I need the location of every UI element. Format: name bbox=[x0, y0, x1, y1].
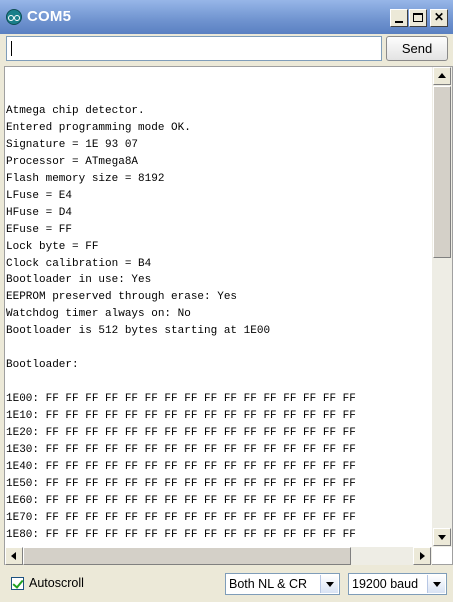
minimize-icon bbox=[395, 21, 403, 23]
output-line: 1E80: FF FF FF FF FF FF FF FF FF FF FF F… bbox=[6, 528, 356, 541]
scroll-down-button[interactable] bbox=[433, 528, 451, 546]
window-title: COM5 bbox=[27, 8, 72, 25]
maximize-icon bbox=[413, 13, 423, 22]
serial-input[interactable] bbox=[6, 36, 382, 61]
output-line: Watchdog timer always on: No bbox=[6, 308, 191, 321]
minimize-button[interactable] bbox=[390, 9, 408, 27]
output-line: 1E70: FF FF FF FF FF FF FF FF FF FF FF F… bbox=[6, 511, 356, 524]
serial-output: Atmega chip detector. Entered programming… bbox=[6, 86, 430, 546]
baud-rate-value: 19200 baud bbox=[352, 577, 419, 591]
arduino-icon bbox=[6, 9, 22, 25]
output-line: EEPROM preserved through erase: Yes bbox=[6, 291, 238, 304]
output-line: 1E90: FF FF FF FF FF FF FF FF FF FF FF F… bbox=[6, 544, 430, 547]
output-line: Lock byte = FF bbox=[6, 240, 99, 253]
vertical-scroll-thumb[interactable] bbox=[433, 86, 451, 258]
autoscroll-label[interactable]: Autoscroll bbox=[29, 576, 84, 590]
output-line: 1E00: FF FF FF FF FF FF FF FF FF FF FF F… bbox=[6, 393, 356, 406]
output-line: 1E30: FF FF FF FF FF FF FF FF FF FF FF F… bbox=[6, 444, 356, 457]
chevron-down-icon[interactable] bbox=[427, 575, 445, 593]
line-ending-select[interactable]: Both NL & CR bbox=[225, 573, 340, 595]
output-line: 1E20: FF FF FF FF FF FF FF FF FF FF FF F… bbox=[6, 427, 356, 440]
output-line: 1E40: FF FF FF FF FF FF FF FF FF FF FF F… bbox=[6, 460, 356, 473]
output-line: Signature = 1E 93 07 bbox=[6, 138, 139, 151]
scroll-left-button[interactable] bbox=[5, 547, 23, 565]
maximize-button[interactable] bbox=[409, 9, 427, 27]
scroll-right-button[interactable] bbox=[413, 547, 431, 565]
horizontal-scroll-thumb[interactable] bbox=[23, 547, 351, 565]
arrow-right-icon bbox=[420, 552, 425, 560]
close-button[interactable]: ✕ bbox=[430, 9, 448, 27]
checkmark-icon bbox=[12, 577, 24, 589]
line-ending-value: Both NL & CR bbox=[229, 577, 308, 591]
output-line: Flash memory size = 8192 bbox=[6, 172, 165, 185]
output-line: 1E50: FF FF FF FF FF FF FF FF FF FF FF F… bbox=[6, 477, 356, 490]
output-line: 1E10: FF FF FF FF FF FF FF FF FF FF FF F… bbox=[6, 410, 356, 423]
chevron-down-icon[interactable] bbox=[320, 575, 338, 593]
output-line: Atmega chip detector. bbox=[6, 104, 145, 117]
output-line: LFuse = E4 bbox=[6, 189, 73, 202]
autoscroll-checkbox[interactable] bbox=[11, 577, 24, 590]
output-line: EFuse = FF bbox=[6, 223, 73, 236]
output-line: Bootloader: bbox=[6, 359, 79, 372]
output-line: Entered programming mode OK. bbox=[6, 121, 191, 134]
arrow-up-icon bbox=[438, 73, 446, 78]
output-line: Processor = ATmega8A bbox=[6, 155, 139, 168]
close-icon: ✕ bbox=[433, 10, 445, 24]
output-line: HFuse = D4 bbox=[6, 206, 73, 219]
output-line: Bootloader is 512 bytes starting at 1E00 bbox=[6, 325, 271, 338]
output-line: Bootloader in use: Yes bbox=[6, 274, 152, 287]
text-caret bbox=[11, 41, 12, 56]
baud-rate-select[interactable]: 19200 baud bbox=[348, 573, 447, 595]
serial-monitor-window: COM5 ✕ Send Atmega chip detector. Entered… bbox=[0, 0, 453, 602]
title-bar[interactable]: COM5 ✕ bbox=[0, 0, 453, 34]
arrow-left-icon bbox=[11, 552, 16, 560]
arrow-down-icon bbox=[438, 535, 446, 540]
output-line: 1E60: FF FF FF FF FF FF FF FF FF FF FF F… bbox=[6, 494, 356, 507]
scroll-up-button[interactable] bbox=[433, 67, 451, 85]
send-button[interactable]: Send bbox=[386, 36, 448, 61]
output-line: Clock calibration = B4 bbox=[6, 257, 152, 270]
